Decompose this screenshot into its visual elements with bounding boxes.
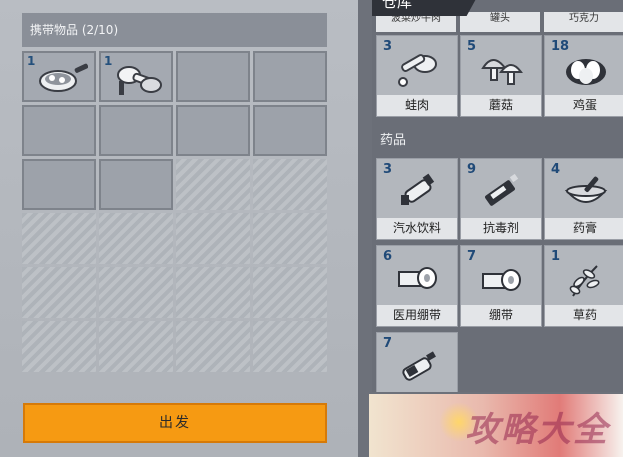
beer-bottle-icon [402, 351, 436, 381]
item-qty: 7 [383, 336, 393, 351]
warehouse-title: 仓库 [372, 0, 482, 16]
watermark-text: 攻略大全 [465, 410, 609, 450]
locked-slot [176, 159, 250, 210]
locked-slot [22, 321, 96, 372]
warehouse-item-ointment[interactable]: 4 药膏 [544, 158, 623, 240]
item-qty: 7 [467, 249, 477, 264]
item-qty: 6 [383, 249, 393, 264]
herb-icon [569, 265, 600, 297]
carry-slot-2[interactable]: 1 [99, 51, 173, 102]
item-label: 医用绷带 [377, 305, 457, 326]
ointment-bowl-icon [564, 176, 608, 203]
frying-pan-icon [39, 63, 88, 92]
carry-grid: 1 1 [22, 51, 328, 391]
medical-bandage-icon [398, 267, 437, 289]
item-label: 草药 [545, 305, 623, 326]
locked-slot [253, 159, 327, 210]
item-qty: 1 [551, 249, 561, 264]
item-label: 鸡蛋 [545, 95, 623, 116]
depart-button[interactable]: 出发 [23, 403, 327, 443]
frog-meat-icon [398, 54, 437, 87]
mushroom-icon [481, 59, 523, 85]
egg-icon [566, 59, 606, 85]
locked-slot [253, 267, 327, 318]
divider [358, 0, 372, 457]
item-qty: 9 [467, 162, 477, 177]
item-label: 药膏 [545, 218, 623, 239]
locked-slot [253, 213, 327, 264]
item-label: 抗毒剂 [461, 218, 541, 239]
slot-qty: 1 [27, 54, 36, 68]
locked-slot [253, 321, 327, 372]
item-qty: 4 [551, 162, 561, 177]
item-label: 绷带 [461, 305, 541, 326]
locked-slot [22, 213, 96, 264]
warehouse-item-soda[interactable]: 3 汽水饮料 [376, 158, 458, 240]
frog-legs-icon [117, 66, 162, 95]
item-qty: 5 [467, 39, 477, 54]
warehouse-item-bandage[interactable]: 7 绷带 [460, 245, 542, 327]
partial-item-label: 罐头 [460, 12, 540, 32]
warehouse-item-mushroom[interactable]: 5 蘑菇 [460, 35, 542, 117]
soda-bottle-icon [401, 173, 435, 205]
partial-item-label: 巧克力 [544, 12, 623, 32]
carry-slot-7[interactable] [176, 105, 250, 156]
carry-slot-1[interactable]: 1 [22, 51, 96, 102]
locked-slot [22, 267, 96, 318]
locked-slot [176, 213, 250, 264]
carry-panel: 携带物品 (2/10) 1 1 出发 [0, 0, 358, 457]
item-qty: 3 [383, 39, 393, 54]
carry-slot-5[interactable] [22, 105, 96, 156]
warehouse-item-antidote[interactable]: 9 抗毒剂 [460, 158, 542, 240]
carry-slot-8[interactable] [253, 105, 327, 156]
locked-slot [176, 321, 250, 372]
carry-slot-3[interactable] [176, 51, 250, 102]
warehouse-item-bottle[interactable]: 7 [376, 332, 458, 392]
warehouse-item-egg[interactable]: 18 鸡蛋 [544, 35, 623, 117]
item-label: 蘑菇 [461, 95, 541, 116]
item-label: 蛙肉 [377, 95, 457, 116]
warehouse-item-herb[interactable]: 1 草药 [544, 245, 623, 327]
bandage-icon [482, 269, 521, 291]
warehouse-item-frog-meat[interactable]: 3 蛙肉 [376, 35, 458, 117]
locked-slot [99, 213, 173, 264]
item-label: 汽水饮料 [377, 218, 457, 239]
locked-slot [99, 267, 173, 318]
carry-slot-6[interactable] [99, 105, 173, 156]
carry-slot-4[interactable] [253, 51, 327, 102]
locked-slot [99, 321, 173, 372]
carry-slot-10[interactable] [99, 159, 173, 210]
slot-qty: 1 [104, 54, 113, 68]
locked-slot [176, 267, 250, 318]
medicine-section-label: 药品 [380, 133, 407, 148]
carry-header: 携带物品 (2/10) [22, 13, 327, 47]
blurred-banner: 攻略大全 [369, 394, 623, 457]
warehouse-item-medical-bandage[interactable]: 6 医用绷带 [376, 245, 458, 327]
antidote-icon [485, 173, 519, 206]
item-qty: 3 [383, 162, 393, 177]
carry-slot-9[interactable] [22, 159, 96, 210]
warehouse-panel: 波菜炒牛肉 罐头 巧克力 仓库 3 蛙肉 5 蘑菇 18 鸡蛋 药品 3 汽水饮… [372, 0, 623, 392]
